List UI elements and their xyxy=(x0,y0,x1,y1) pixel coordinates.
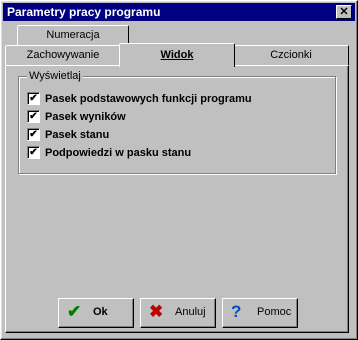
checkbox-label: Podpowiedzi w pasku stanu xyxy=(45,147,192,159)
tab-widok-label: Widok xyxy=(160,49,194,61)
checkbox-box[interactable]: ✔ xyxy=(27,146,40,159)
tab-panel-widok: Wyświetlaj ✔ Pasek podstawowych funkcji … xyxy=(5,65,349,333)
checkbox-label: Pasek wyników xyxy=(45,111,126,123)
tab-zachowywanie[interactable]: Zachowywanie xyxy=(5,45,121,66)
tab-numeracja-label: Numeracja xyxy=(46,29,100,41)
display-groupbox: Wyświetlaj ✔ Pasek podstawowych funkcji … xyxy=(18,69,336,174)
tab-numeracja[interactable]: Numeracja xyxy=(17,25,129,46)
help-button-label: Pomoc xyxy=(257,306,292,318)
checkbox-box[interactable]: ✔ xyxy=(27,128,40,141)
ok-button-label: Ok xyxy=(93,306,108,318)
tab-czcionki[interactable]: Czcionki xyxy=(233,45,349,66)
checkbox-box[interactable]: ✔ xyxy=(27,92,40,105)
close-button[interactable]: ✕ xyxy=(336,5,352,19)
checkbox-label: Pasek podstawowych funkcji programu xyxy=(45,93,252,105)
tab-czcionki-label: Czcionki xyxy=(270,49,312,61)
cancel-button[interactable]: ✖ Anuluj xyxy=(140,298,216,328)
ok-button[interactable]: ✔ Ok xyxy=(58,298,134,328)
cancel-button-label: Anuluj xyxy=(175,306,206,318)
tab-widok[interactable]: Widok xyxy=(119,43,235,67)
groupbox-label: Wyświetlaj xyxy=(27,69,83,83)
cross-icon: ✖ xyxy=(149,302,164,321)
help-button[interactable]: ? Pomoc xyxy=(222,298,298,328)
window-title: Parametry pracy programu xyxy=(7,5,161,19)
close-icon: ✕ xyxy=(339,6,349,18)
checkbox-label: Pasek stanu xyxy=(45,129,110,141)
question-icon: ? xyxy=(231,302,242,321)
title-bar[interactable]: Parametry pracy programu ✕ xyxy=(3,3,355,21)
dialog-window: Parametry pracy programu ✕ Numeracja Zac… xyxy=(0,0,358,340)
tab-zachowywanie-label: Zachowywanie xyxy=(26,49,100,61)
checkbox-box[interactable]: ✔ xyxy=(27,110,40,123)
checkmark-icon: ✔ xyxy=(67,302,82,321)
